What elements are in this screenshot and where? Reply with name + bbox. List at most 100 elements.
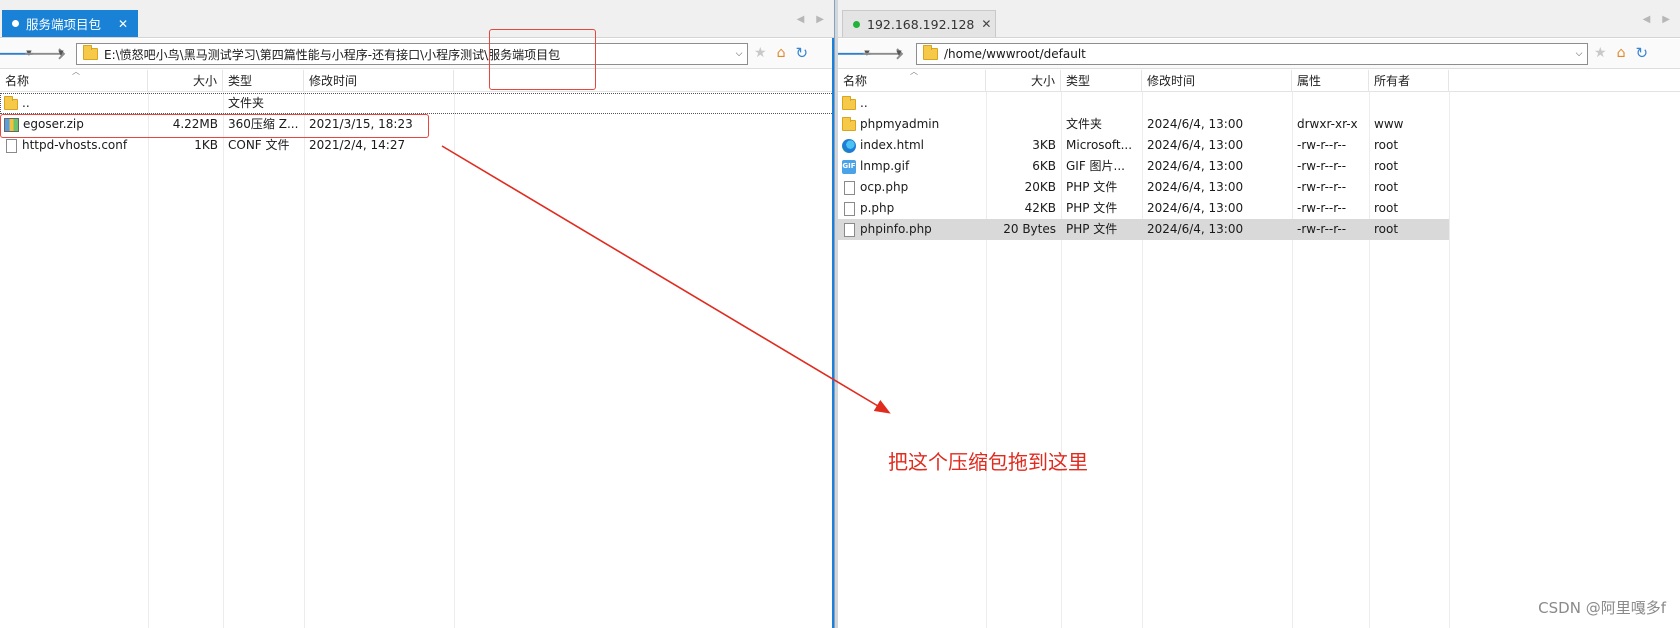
tab-status-dot: [12, 20, 19, 27]
folder-icon: [842, 96, 856, 110]
folder-icon: [923, 45, 938, 60]
table-row[interactable]: index.html 3KB Microsoft... 2024/6/4, 13…: [838, 135, 1680, 156]
file-type: 文件夹: [1066, 117, 1103, 131]
tab-scroll-arrows: ◀ ▶: [797, 14, 824, 25]
file-icon: [844, 201, 855, 216]
column-divider: [223, 92, 224, 628]
file-type: GIF 图片...: [1066, 159, 1125, 173]
star-icon[interactable]: ★: [754, 45, 767, 61]
back-arrow-icon[interactable]: 🡐: [838, 44, 872, 63]
home-icon[interactable]: ⌂: [1617, 45, 1626, 61]
chevron-right-icon[interactable]: ▶: [1662, 14, 1670, 25]
file-permissions: [1292, 93, 1369, 114]
local-toolbar: 🡐 ▼ 🡒 ▼ E:\愤怒吧小鸟\黑马测试学习\第四篇性能与小程序-还有接口\小…: [0, 39, 834, 69]
table-row[interactable]: egoser.zip 4.22MB 360压缩 Z... 2021/3/15, …: [0, 114, 834, 135]
table-row[interactable]: .. 文件夹: [0, 93, 834, 114]
chevron-down-icon[interactable]: ▼: [894, 49, 904, 57]
remote-address-text[interactable]: /home/wwwroot/default: [944, 47, 1571, 61]
forward-arrow-icon[interactable]: 🡒: [862, 44, 905, 63]
file-type: Microsoft...: [1066, 138, 1133, 152]
file-permissions: -rw-r--r--: [1297, 222, 1347, 236]
file-permissions: -rw-r--r--: [1297, 159, 1347, 173]
file-owner: [1369, 93, 1449, 114]
table-row[interactable]: phpmyadmin 文件夹 2024/6/4, 13:00 drwxr-xr-…: [838, 114, 1680, 135]
column-type[interactable]: 类型: [1061, 70, 1142, 92]
file-name-cell: ..: [0, 93, 148, 114]
chevron-down-icon[interactable]: ⌵: [1571, 49, 1587, 59]
file-permissions: -rw-r--r--: [1297, 180, 1347, 194]
file-type: 360压缩 Z...: [228, 117, 299, 131]
column-owner[interactable]: 所有者: [1369, 70, 1449, 92]
file-modified: 2024/6/4, 13:00: [1147, 180, 1244, 194]
refresh-icon[interactable]: ↻: [795, 44, 808, 62]
nav-buttons: 🡐 ▼ 🡒 ▼: [0, 44, 67, 63]
tab-remote-server[interactable]: 192.168.192.128 ✕: [842, 10, 996, 37]
edge-browser-icon: [842, 138, 856, 153]
column-permissions[interactable]: 属性: [1292, 70, 1369, 92]
file-owner: root: [1374, 138, 1399, 152]
chevron-down-icon[interactable]: ⌵: [731, 49, 747, 59]
file-name: phpinfo.php: [860, 222, 932, 236]
file-type: PHP 文件: [1066, 180, 1118, 194]
close-icon[interactable]: ✕: [981, 17, 991, 31]
table-row[interactable]: GIF lnmp.gif 6KB GIF 图片... 2024/6/4, 13:…: [838, 156, 1680, 177]
table-row[interactable]: ..: [838, 93, 1680, 114]
chevron-right-icon[interactable]: ▶: [816, 14, 824, 25]
file-name-cell: phpmyadmin: [838, 114, 986, 135]
file-permissions: -rw-r--r--: [1297, 201, 1347, 215]
local-file-list: .. 文件夹 egoser.zip 4.22MB 360压缩 Z... 2021…: [0, 93, 834, 156]
column-type[interactable]: 类型: [223, 70, 304, 92]
table-row[interactable]: p.php 42KB PHP 文件 2024/6/4, 13:00 -rw-r-…: [838, 198, 1680, 219]
file-name: egoser.zip: [23, 117, 84, 131]
chevron-left-icon[interactable]: ◀: [1643, 14, 1651, 25]
file-modified: 2021/3/15, 18:23: [309, 117, 413, 131]
local-tab-bar: 服务端项目包 ✕ ◀ ▶: [0, 0, 834, 38]
file-icon: [6, 138, 17, 153]
remote-address-bar[interactable]: /home/wwwroot/default ⌵: [916, 43, 1588, 65]
file-name-cell: egoser.zip: [0, 114, 148, 135]
file-modified: 2024/6/4, 13:00: [1147, 201, 1244, 215]
file-size: [986, 114, 1061, 135]
table-row-selected[interactable]: phpinfo.php 20 Bytes PHP 文件 2024/6/4, 13…: [838, 219, 1449, 240]
file-size: 20KB: [1024, 180, 1056, 194]
column-divider: [148, 92, 149, 628]
home-icon[interactable]: ⌂: [777, 45, 786, 61]
remote-tab-bar: 192.168.192.128 ✕ ◀ ▶: [838, 0, 1680, 38]
file-modified: [304, 93, 454, 114]
forward-arrow-icon[interactable]: 🡒: [24, 44, 67, 63]
file-size: 1KB: [194, 138, 218, 152]
file-name: lnmp.gif: [860, 159, 910, 173]
column-name[interactable]: 名称: [0, 70, 148, 92]
chevron-left-icon[interactable]: ◀: [797, 14, 805, 25]
back-arrow-icon[interactable]: 🡐: [0, 44, 34, 63]
file-owner: root: [1374, 180, 1399, 194]
zip-archive-icon: [4, 117, 19, 132]
file-name-cell: ocp.php: [838, 177, 986, 198]
nav-buttons: 🡐 ▼ 🡒 ▼: [838, 44, 905, 63]
column-modified[interactable]: 修改时间: [304, 70, 454, 92]
local-address-text[interactable]: E:\愤怒吧小鸟\黑马测试学习\第四篇性能与小程序-还有接口\小程序测试\服务端…: [104, 46, 731, 63]
local-address-bar[interactable]: E:\愤怒吧小鸟\黑马测试学习\第四篇性能与小程序-还有接口\小程序测试\服务端…: [76, 43, 748, 65]
file-name: index.html: [860, 138, 924, 152]
file-name: phpmyadmin: [860, 117, 940, 131]
star-icon[interactable]: ★: [1594, 45, 1607, 61]
file-size: [148, 93, 223, 114]
table-row[interactable]: httpd-vhosts.conf 1KB CONF 文件 2021/2/4, …: [0, 135, 834, 156]
close-icon[interactable]: ✕: [118, 17, 128, 31]
column-modified[interactable]: 修改时间: [1142, 70, 1292, 92]
file-modified: 2021/2/4, 14:27: [309, 138, 406, 152]
file-name: p.php: [860, 201, 895, 215]
tab-local-folder[interactable]: 服务端项目包 ✕: [2, 10, 138, 37]
column-size[interactable]: 大小: [986, 70, 1061, 92]
file-name-cell: GIF lnmp.gif: [838, 156, 986, 177]
file-size: 6KB: [1032, 159, 1056, 173]
refresh-icon[interactable]: ↻: [1635, 44, 1648, 62]
folder-icon: [4, 96, 18, 110]
chevron-down-icon[interactable]: ▼: [56, 49, 66, 57]
column-name[interactable]: 名称: [838, 70, 986, 92]
table-row[interactable]: ocp.php 20KB PHP 文件 2024/6/4, 13:00 -rw-…: [838, 177, 1680, 198]
file-name-cell: phpinfo.php: [838, 219, 986, 240]
watermark: CSDN @阿里嘎多f: [1538, 599, 1666, 617]
column-size[interactable]: 大小: [148, 70, 223, 92]
file-name-cell: index.html: [838, 135, 986, 156]
